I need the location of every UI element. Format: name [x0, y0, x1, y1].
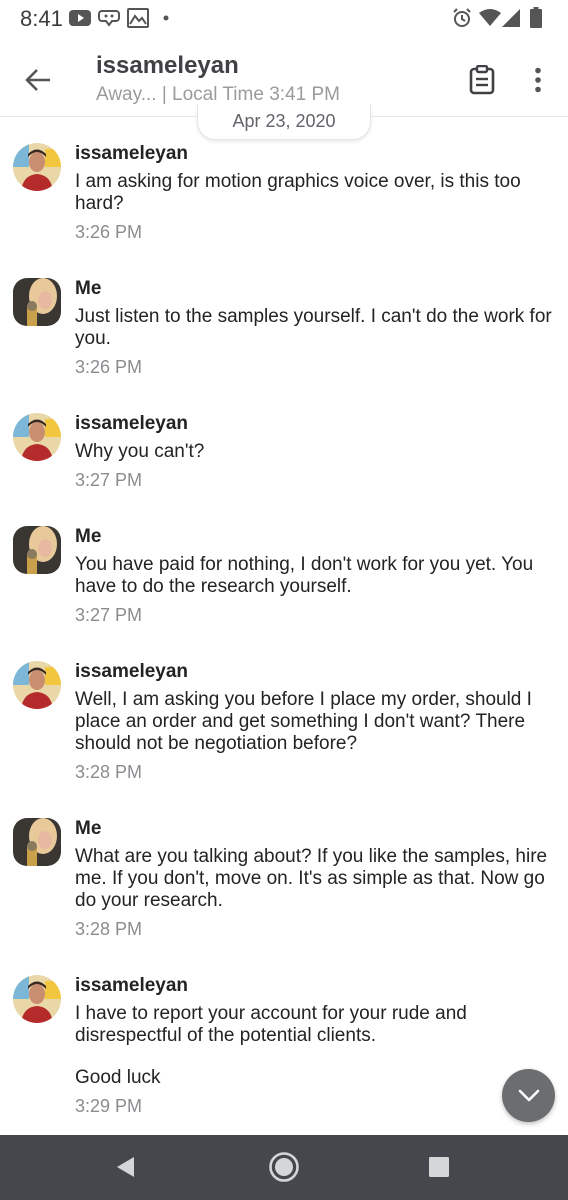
message-sender: issameleyan	[75, 975, 189, 996]
message-time: 3:28 PM	[75, 919, 143, 939]
message-text: You have paid for nothing, I don't work …	[75, 554, 534, 597]
message-time: 3:26 PM	[75, 222, 143, 242]
message-sender: Me	[75, 278, 102, 299]
message-time: 3:26 PM	[75, 357, 143, 377]
nav-home-button[interactable]	[256, 1145, 312, 1189]
message-sender: issameleyan	[75, 413, 189, 434]
nav-recents-square-icon	[429, 1157, 449, 1177]
gallery-notification-icon	[127, 8, 149, 28]
message-sender: Me	[75, 526, 102, 547]
message-text: I am asking for motion graphics voice ov…	[75, 171, 521, 214]
date-divider: Apr 23, 2020	[197, 104, 371, 140]
signal-icon	[502, 9, 520, 27]
message-list[interactable]: issameleyan I am asking for motion graph…	[0, 117, 568, 1135]
more-notifications-dot-icon	[163, 15, 169, 21]
my-avatar[interactable]	[13, 526, 61, 574]
battery-icon	[530, 7, 542, 28]
scroll-to-bottom-button[interactable]	[502, 1069, 555, 1122]
chevron-down-icon	[518, 1089, 539, 1101]
message-sender: issameleyan	[75, 661, 189, 682]
clipboard-icon	[469, 65, 495, 95]
contact-avatar[interactable]	[13, 143, 61, 191]
custom-order-button[interactable]	[462, 60, 502, 100]
message-text: Why you can't?	[75, 441, 205, 462]
more-options-button[interactable]	[520, 60, 556, 100]
youtube-notification-icon	[69, 10, 91, 26]
contact-avatar[interactable]	[13, 661, 61, 709]
message-text: Well, I am asking you before I place my …	[75, 689, 532, 754]
contact-status: Away... | Local Time 3:41 PM	[96, 84, 340, 105]
message-time: 3:27 PM	[75, 605, 143, 625]
message-time: 3:28 PM	[75, 762, 143, 782]
message-time: 3:27 PM	[75, 470, 143, 490]
message-text: Good luck	[75, 1067, 161, 1088]
game-notification-icon	[98, 10, 120, 27]
status-time: 8:41	[20, 6, 63, 31]
message-time: 3:29 PM	[75, 1096, 143, 1116]
back-arrow-icon	[25, 69, 50, 91]
nav-recents-button[interactable]	[411, 1145, 467, 1189]
contact-avatar[interactable]	[13, 975, 61, 1023]
more-vertical-icon	[535, 67, 541, 93]
nav-back-triangle-icon	[117, 1157, 134, 1177]
message-sender: Me	[75, 818, 102, 839]
contact-name[interactable]: issameleyan	[96, 52, 239, 80]
wifi-icon	[479, 9, 501, 26]
contact-avatar[interactable]	[13, 413, 61, 461]
message-text: Just listen to the samples yourself. I c…	[75, 306, 552, 349]
message-sender: issameleyan	[75, 143, 189, 164]
message-text: What are you talking about? If you like …	[75, 846, 548, 911]
alarm-icon	[453, 8, 471, 27]
my-avatar[interactable]	[13, 818, 61, 866]
back-button[interactable]	[14, 58, 62, 102]
system-navigation-bar	[0, 1135, 568, 1200]
status-bar: 8:41	[0, 0, 568, 38]
message-text: I have to report your account for your r…	[75, 1003, 467, 1046]
nav-home-circle-icon	[269, 1152, 299, 1182]
nav-back-button[interactable]	[98, 1145, 154, 1189]
my-avatar[interactable]	[13, 278, 61, 326]
